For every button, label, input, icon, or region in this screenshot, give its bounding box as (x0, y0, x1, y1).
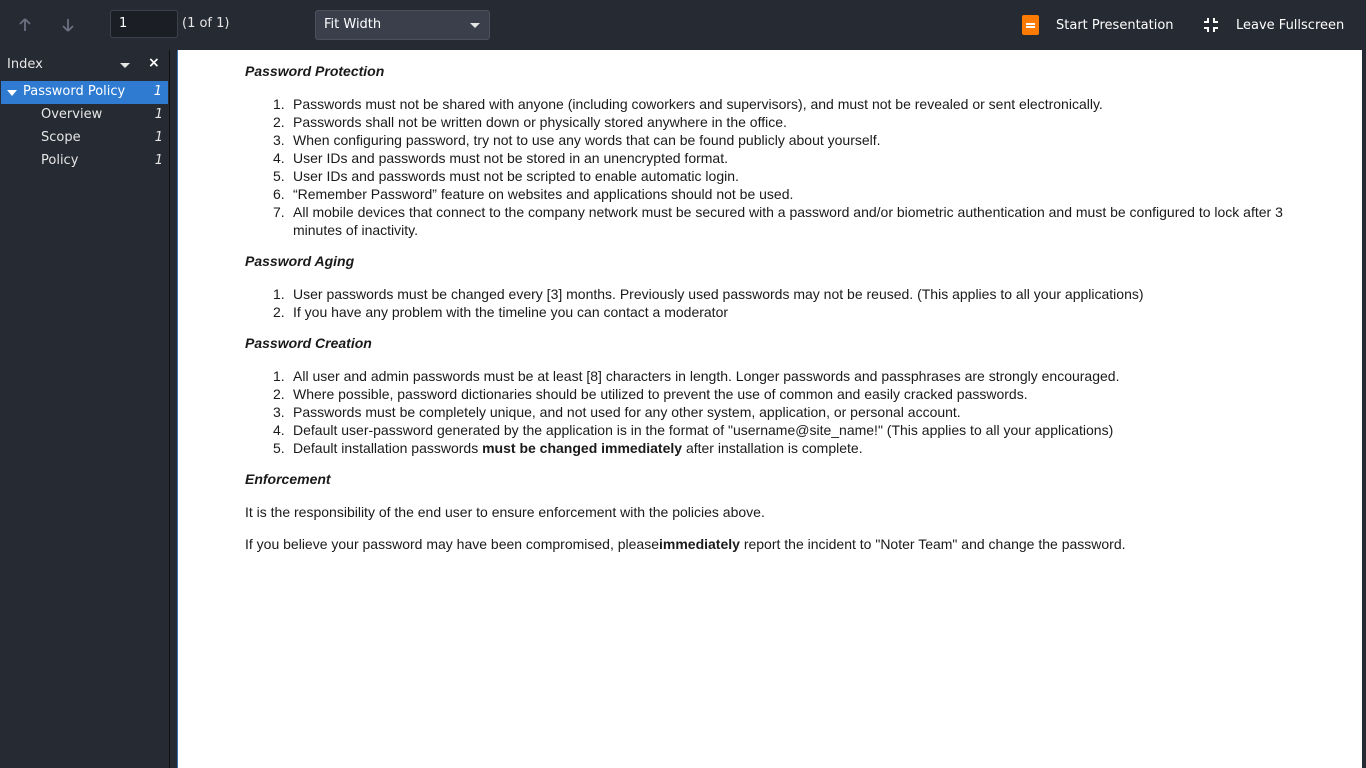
list-item: 2. If you have any problem with the timel… (273, 304, 729, 320)
password-aging-list: 1. User passwords must be changed every [… (245, 285, 1144, 321)
toc-item-password-policy[interactable]: Password Policy 1 (1, 81, 168, 104)
list-item: 1. Passwords must not be shared with anyo… (273, 96, 1103, 112)
toolbar: 1 (1 of 1) Fit Width Start Presentation … (0, 0, 1366, 50)
toc-item-label: Overview (41, 107, 103, 122)
section-heading: Enforcement (245, 471, 331, 487)
toc-item-scope[interactable]: Scope 1 (0, 127, 169, 150)
list-item: 1. User passwords must be changed every [… (273, 286, 1144, 302)
list-item: 4. Default user-password generated by the… (273, 422, 1114, 438)
paragraph: It is the responsibility of the end user… (245, 504, 765, 520)
sidebar-dropdown-icon[interactable] (120, 63, 130, 68)
toc-item-label: Policy (41, 153, 79, 168)
page-number-input[interactable]: 1 (110, 10, 178, 38)
toc-item-page: 1 (154, 130, 163, 145)
list-item: 6. “Remember Password” feature on website… (273, 186, 794, 202)
toc-tree: Password Policy 1 Overview 1 Scope 1 Pol… (0, 81, 169, 173)
index-sidebar: Index × Password Policy 1 Overview 1 Sco… (0, 50, 170, 768)
presentation-icon (1022, 15, 1039, 35)
start-presentation-button[interactable]: Start Presentation (1022, 13, 1174, 37)
toc-item-policy[interactable]: Policy 1 (0, 150, 169, 173)
list-item: 1. All user and admin passwords must be a… (273, 368, 1120, 384)
exit-fullscreen-icon (1204, 18, 1218, 32)
toc-item-label: Scope (41, 130, 81, 145)
expand-triangle-icon[interactable] (7, 90, 17, 96)
list-item: 4. User IDs and passwords must not be sto… (273, 150, 728, 166)
toc-item-page: 1 (154, 153, 163, 168)
page-count: (1 of 1) (182, 16, 230, 31)
next-page-button[interactable] (56, 13, 80, 37)
password-protection-list: 1. Passwords must not be shared with anyo… (245, 95, 1333, 239)
list-item: 7. All mobile devices that connect to the… (273, 204, 1283, 238)
list-item: 5. User IDs and passwords must not be scr… (273, 168, 739, 184)
toc-item-label: Password Policy (23, 84, 126, 99)
zoom-value: Fit Width (324, 17, 382, 32)
toc-item-page: 1 (153, 84, 162, 99)
section-heading: Password Aging (245, 253, 355, 269)
list-item: 5. Default installation passwords must be… (273, 440, 863, 456)
toc-item-page: 1 (154, 107, 163, 122)
sidebar-header: Index × (0, 50, 169, 80)
list-item: 3. Passwords must be completely unique, a… (273, 404, 961, 420)
arrow-up-icon (19, 18, 31, 31)
document-viewer[interactable]: Password Protection 1. Passwords must not… (170, 50, 1366, 768)
leave-fullscreen-button[interactable]: Leave Fullscreen (1203, 13, 1344, 37)
start-presentation-label: Start Presentation (1056, 17, 1174, 33)
previous-page-button[interactable] (13, 13, 37, 37)
password-creation-list: 1. All user and admin passwords must be a… (245, 367, 1119, 457)
leave-fullscreen-label: Leave Fullscreen (1236, 17, 1345, 33)
document-page: Password Protection 1. Passwords must not… (177, 50, 1362, 768)
zoom-select[interactable]: Fit Width (315, 10, 490, 40)
list-item: 3. When configuring password, try not to … (273, 132, 881, 148)
list-item: 2. Passwords shall not be written down or… (273, 114, 787, 130)
chevron-down-icon (470, 23, 480, 28)
list-item: 2. Where possible, password dictionaries … (273, 386, 1028, 402)
paragraph: If you believe your password may have be… (245, 536, 1126, 552)
arrow-down-icon (62, 19, 74, 32)
sidebar-title: Index (7, 57, 43, 72)
close-icon[interactable]: × (148, 55, 160, 71)
section-heading: Password Creation (245, 335, 372, 351)
toc-item-overview[interactable]: Overview 1 (0, 104, 169, 127)
section-heading: Password Protection (245, 63, 385, 79)
